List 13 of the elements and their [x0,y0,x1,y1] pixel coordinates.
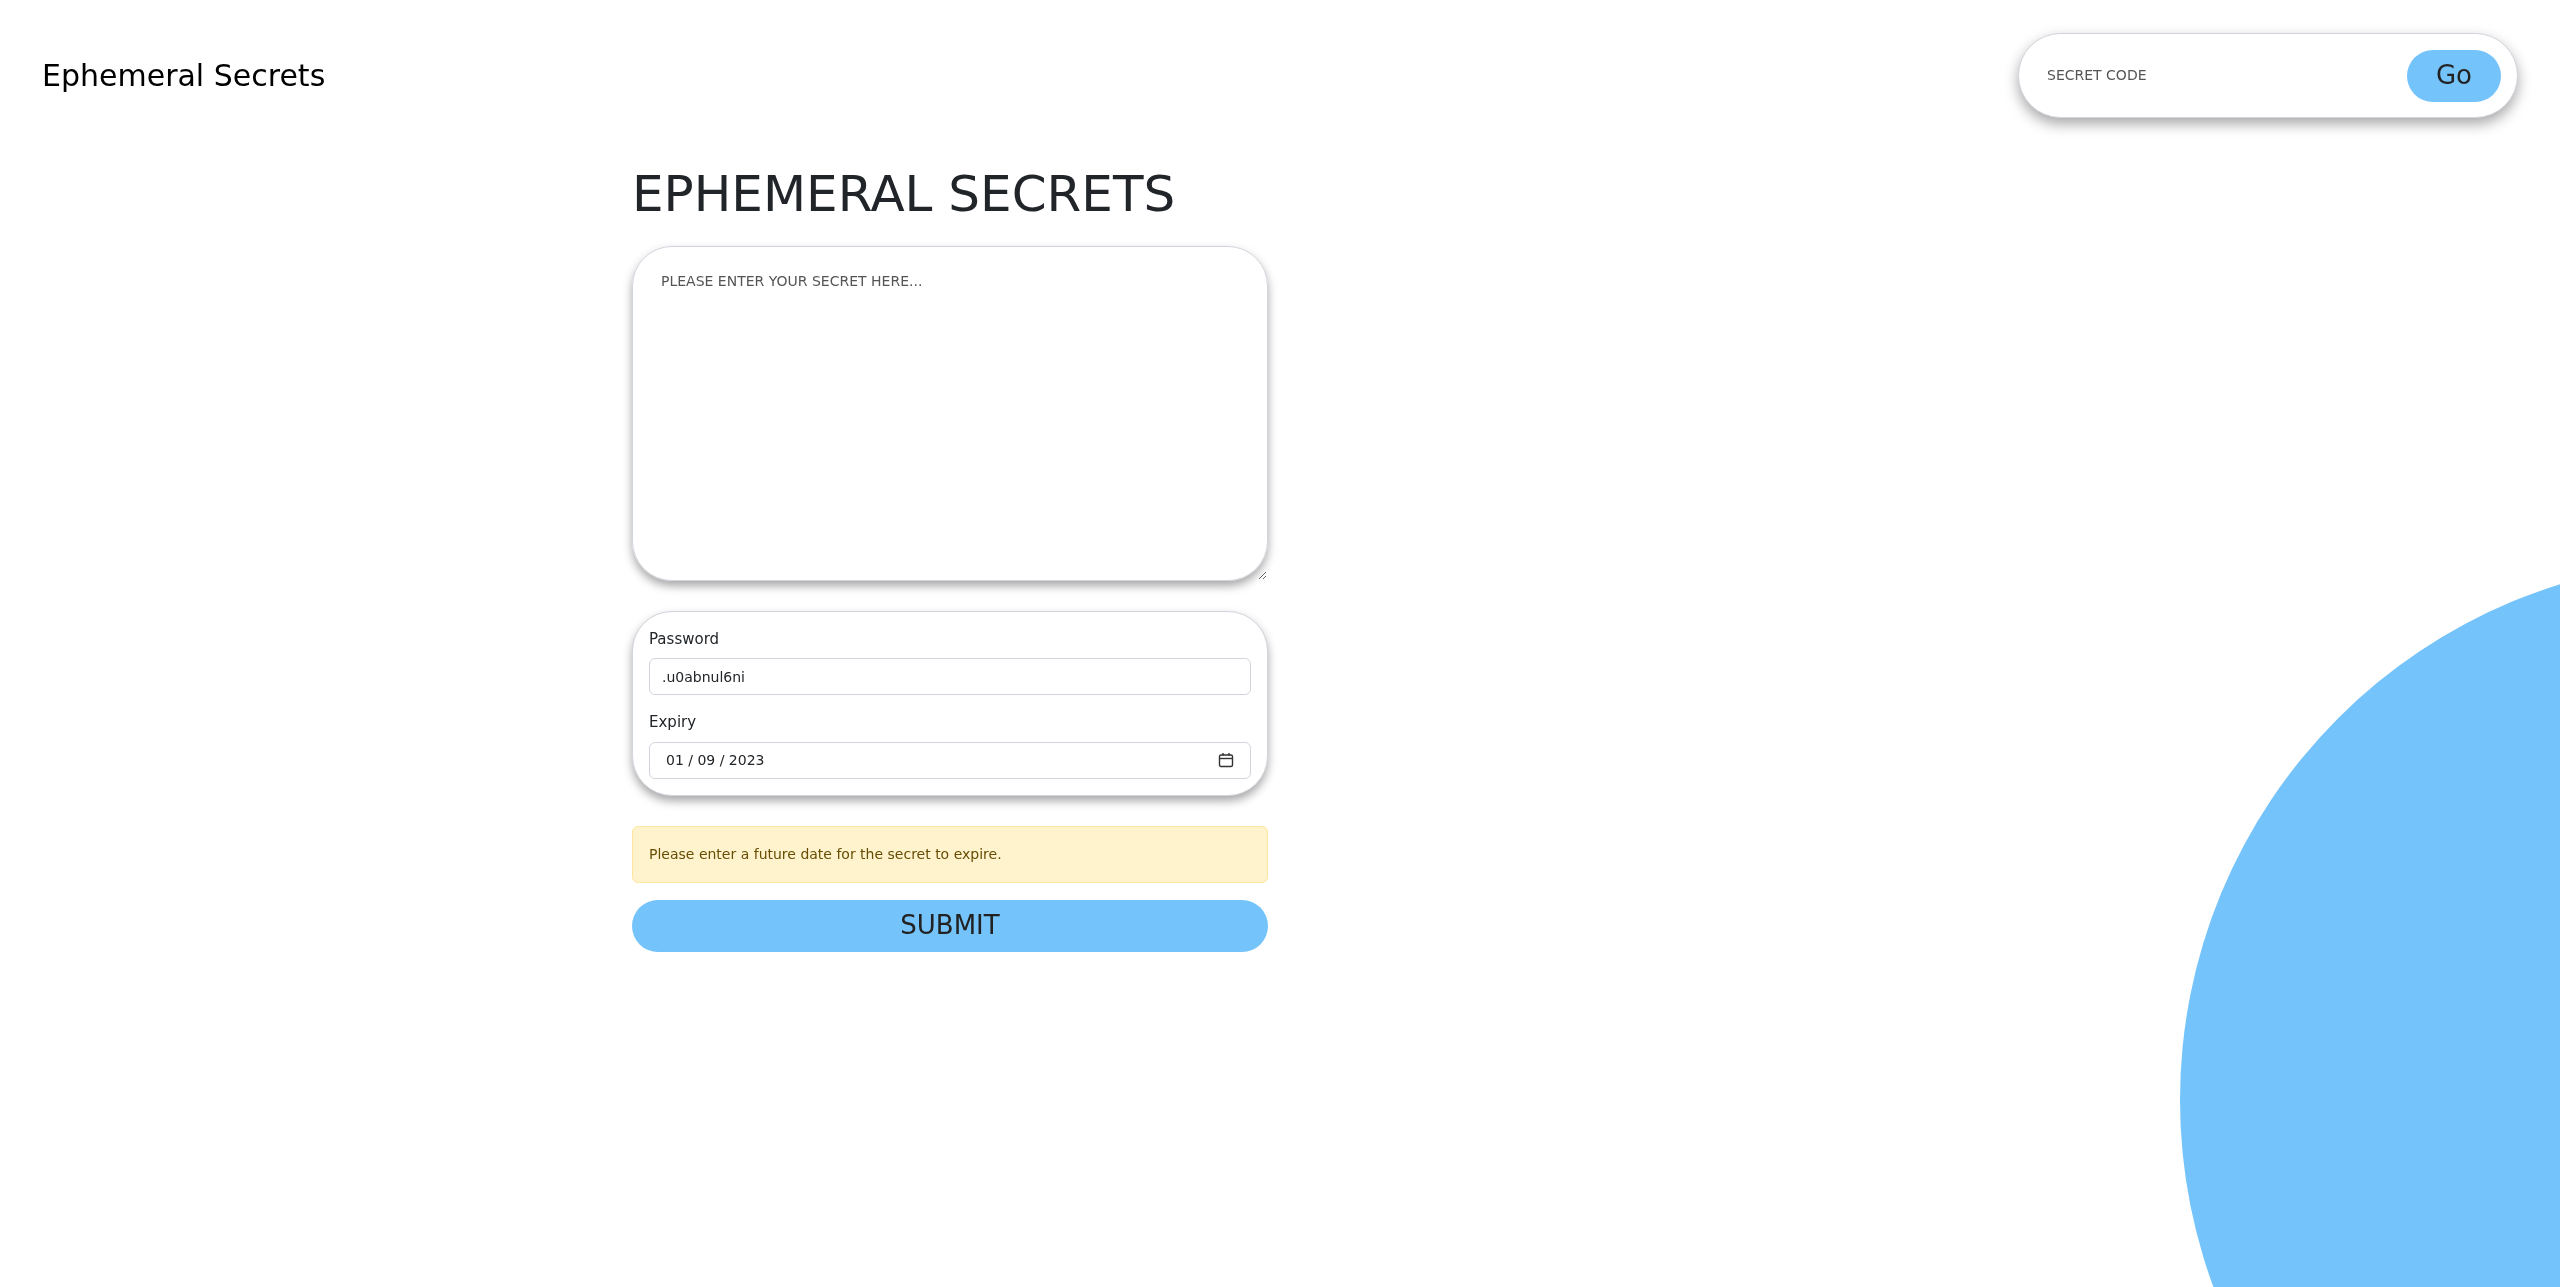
password-label: Password [649,628,721,650]
go-button[interactable]: Go [2407,49,2501,102]
brand-title[interactable]: Ephemeral Secrets [42,53,326,98]
secret-textarea[interactable]: PLEASE ENTER YOUR SECRET HERE... [632,245,1268,581]
page-heading: EPHEMERAL SECRETS [632,164,1177,225]
expiry-value: 01 / 09 / 2023 [666,750,765,770]
expiry-field[interactable]: 01 / 09 / 2023 [649,741,1251,779]
warning-text: Please enter a future date for the secret to expire. [649,844,1002,864]
password-field[interactable]: .u0abnul6ni [649,658,1251,695]
secret-code-field[interactable]: SECRET CODE [2047,65,2407,86]
expiry-label: Expiry [649,712,698,733]
submit-button[interactable]: SUBMIT [632,899,1268,952]
calendar-icon[interactable] [1218,752,1234,768]
